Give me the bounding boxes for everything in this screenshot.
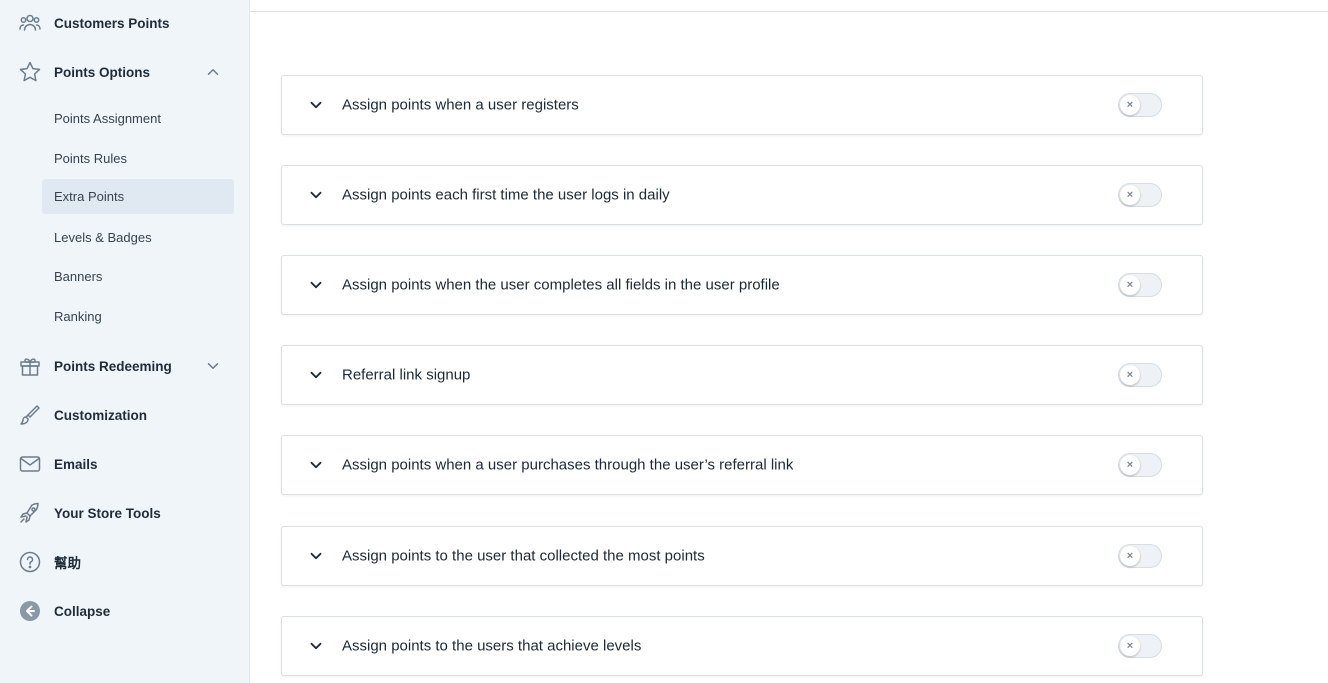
toggle-off-icon: × <box>1120 546 1140 566</box>
sidebar-item-help[interactable]: 幫助 <box>0 542 249 582</box>
option-panel: Assign points to the user that collected… <box>281 526 1203 586</box>
submenu-item-ranking[interactable]: Ranking <box>42 299 234 334</box>
sidebar-item-emails[interactable]: Emails <box>0 444 249 484</box>
submenu-item-levels-badges[interactable]: Levels & Badges <box>42 220 234 255</box>
sidebar-item-your-store-tools[interactable]: Your Store Tools <box>0 493 249 533</box>
brush-icon <box>17 402 43 428</box>
toggle-off-icon: × <box>1120 185 1140 205</box>
option-panel: Assign points each first time the user l… <box>281 165 1203 225</box>
panel-title: Assign points to the user that collected… <box>342 547 705 565</box>
panel-title: Assign points each first time the user l… <box>342 186 670 204</box>
sidebar-item-label: Points Redeeming <box>54 358 172 374</box>
header-divider <box>250 11 1328 12</box>
sidebar-item-customization[interactable]: Customization <box>0 395 249 435</box>
gift-icon <box>17 353 43 379</box>
submenu-item-extra-points[interactable]: Extra Points <box>42 179 234 214</box>
collapse-icon <box>17 598 43 624</box>
rocket-icon <box>17 500 43 526</box>
sidebar-item-collapse[interactable]: Collapse <box>0 591 249 631</box>
chevron-down-icon[interactable] <box>307 186 325 204</box>
submenu-item-points-rules[interactable]: Points Rules <box>42 141 234 176</box>
sidebar-item-label: Customization <box>54 407 147 423</box>
sidebar-item-label: Your Store Tools <box>54 505 161 521</box>
sidebar-item-label: Customers Points <box>54 15 170 31</box>
chevron-down-icon[interactable] <box>307 547 325 565</box>
sidebar-item-points-redeeming[interactable]: Points Redeeming <box>0 346 249 386</box>
sidebar-item-label: Emails <box>54 456 98 472</box>
submenu-item-points-assignment[interactable]: Points Assignment <box>42 101 234 136</box>
toggle-off-icon: × <box>1120 365 1140 385</box>
chevron-down-icon[interactable] <box>307 276 325 294</box>
sidebar-item-points-options[interactable]: Points Options <box>0 52 249 92</box>
panel-title: Assign points when the user completes al… <box>342 276 780 294</box>
option-panel: Referral link signup × <box>281 345 1203 405</box>
toggle-off-icon: × <box>1120 455 1140 475</box>
chevron-down-icon[interactable] <box>307 96 325 114</box>
sidebar: Customers Points Points Options Points A… <box>0 0 250 683</box>
enable-toggle[interactable]: × <box>1118 93 1162 117</box>
enable-toggle[interactable]: × <box>1118 363 1162 387</box>
users-icon <box>17 10 43 36</box>
toggle-off-icon: × <box>1120 636 1140 656</box>
envelope-icon <box>17 451 43 477</box>
panel-title: Assign points when a user registers <box>342 96 579 114</box>
help-icon <box>17 549 43 575</box>
option-panel: Assign points when a user purchases thro… <box>281 435 1203 495</box>
enable-toggle[interactable]: × <box>1118 183 1162 207</box>
star-icon <box>17 59 43 85</box>
enable-toggle[interactable]: × <box>1118 453 1162 477</box>
toggle-off-icon: × <box>1120 275 1140 295</box>
chevron-up-icon <box>207 69 219 75</box>
enable-toggle[interactable]: × <box>1118 273 1162 297</box>
toggle-off-icon: × <box>1120 95 1140 115</box>
option-panel: Assign points when the user completes al… <box>281 255 1203 315</box>
chevron-down-icon[interactable] <box>307 456 325 474</box>
panel-title: Assign points when a user purchases thro… <box>342 456 794 474</box>
option-panel: Assign points when a user registers × <box>281 75 1203 135</box>
chevron-down-icon[interactable] <box>307 366 325 384</box>
sidebar-item-label: Collapse <box>54 603 111 619</box>
sidebar-item-label: 幫助 <box>54 556 81 571</box>
sidebar-item-label: Points Options <box>54 64 150 80</box>
sidebar-item-customers-points[interactable]: Customers Points <box>0 3 249 43</box>
panel-title: Assign points to the users that achieve … <box>342 637 642 655</box>
panel-title: Referral link signup <box>342 366 471 384</box>
enable-toggle[interactable]: × <box>1118 634 1162 658</box>
chevron-down-icon <box>207 363 219 369</box>
submenu-item-banners[interactable]: Banners <box>42 259 234 294</box>
enable-toggle[interactable]: × <box>1118 544 1162 568</box>
chevron-down-icon[interactable] <box>307 637 325 655</box>
option-panel: Assign points to the users that achieve … <box>281 616 1203 676</box>
